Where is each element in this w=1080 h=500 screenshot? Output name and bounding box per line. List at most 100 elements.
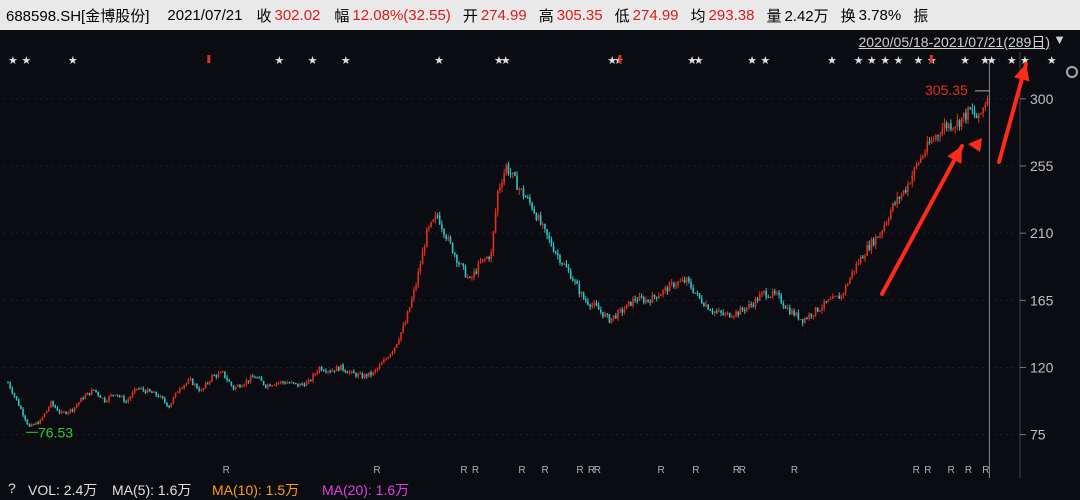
- candle-body: [200, 389, 203, 391]
- candle-body: [183, 385, 185, 388]
- candle-body: [670, 282, 673, 284]
- candle-body: [932, 138, 935, 140]
- candle-body: [45, 410, 48, 414]
- candle-body: [969, 107, 972, 109]
- candle-body: [325, 370, 327, 372]
- candle-body: [221, 371, 224, 373]
- candle-body: [144, 390, 147, 393]
- axis-tick-label: 255: [1030, 158, 1054, 174]
- candle-body: [48, 407, 50, 411]
- candle-body: [677, 281, 679, 286]
- candle-body: [355, 373, 357, 377]
- candle-body: [947, 123, 950, 129]
- r-mark: R: [913, 465, 920, 476]
- candle-body: [295, 383, 297, 385]
- candle-body: [872, 239, 875, 246]
- candle-body: [380, 362, 383, 365]
- candlestick-chart[interactable]: ★★★★★★★★★★★★★★★★★★★★★★★★★★★★ RRRRRRRRRRR…: [0, 52, 1080, 478]
- candle-body: [965, 112, 967, 120]
- candle-body: [41, 417, 44, 420]
- candle-body: [17, 399, 20, 406]
- candle-body: [885, 222, 888, 226]
- r-marks: R R R R R R R RR R R RR R R R R R R: [223, 465, 990, 476]
- candle-body: [279, 381, 282, 383]
- candle-body: [361, 373, 364, 379]
- axis-tick-label: 210: [1030, 225, 1054, 241]
- candle-body: [410, 298, 413, 308]
- candle-body: [329, 371, 331, 373]
- stock-code[interactable]: 688598.SH[金博股份]: [6, 5, 149, 26]
- candle-body: [273, 384, 276, 386]
- candle-body: [784, 306, 787, 309]
- candle-body: [567, 267, 570, 271]
- candle-body: [595, 303, 598, 306]
- candle-body: [451, 242, 454, 253]
- candle-body: [466, 276, 469, 278]
- date-range-selector[interactable]: 2020/05/18-2021/07/21(289日): [859, 32, 1050, 52]
- r-mark: R: [965, 465, 972, 476]
- candle-body: [819, 310, 821, 312]
- candle-body: [346, 371, 349, 374]
- candle-body: [604, 313, 606, 317]
- candle-body: [350, 371, 353, 373]
- candle-body: [230, 381, 233, 386]
- candle-body: [458, 262, 460, 265]
- candle-body: [664, 287, 667, 290]
- candle-body: [810, 314, 813, 317]
- candle-body: [557, 253, 559, 256]
- candle-body: [926, 141, 929, 153]
- candle-body: [834, 296, 836, 298]
- candle-body: [56, 407, 59, 411]
- candle-body: [226, 377, 228, 381]
- candle-body: [986, 98, 989, 105]
- candle-body: [984, 104, 987, 108]
- candle-body: [282, 381, 284, 383]
- candle-body: [387, 357, 389, 359]
- candle-body: [904, 190, 907, 193]
- candle-body: [20, 405, 22, 409]
- candle-body: [980, 113, 982, 115]
- candle-body: [163, 398, 166, 403]
- candle-body: [432, 219, 435, 222]
- candle-body: [883, 225, 886, 231]
- candle-body: [978, 113, 980, 119]
- candle-body: [627, 301, 630, 305]
- candle-body: [93, 389, 95, 391]
- candle-body: [73, 407, 76, 412]
- candle-body: [262, 380, 265, 385]
- candle-body: [707, 304, 709, 310]
- candle-body: [237, 385, 239, 387]
- candle-body: [771, 291, 774, 297]
- candle-body: [945, 123, 948, 129]
- candle-body: [60, 411, 63, 413]
- axis-tick-label: 165: [1030, 292, 1054, 308]
- candle-body: [290, 382, 293, 384]
- quote-header: 688598.SH[金博股份] 2021/07/21 收 302.02 幅 12…: [0, 0, 1080, 30]
- candle-body: [862, 256, 864, 259]
- candle-body: [269, 384, 271, 387]
- candle-body: [84, 395, 87, 399]
- candle-body: [975, 115, 978, 119]
- candle-body: [621, 309, 624, 313]
- candle-body: [376, 368, 379, 370]
- candle-body: [363, 374, 366, 379]
- help-icon[interactable]: ?: [8, 480, 16, 496]
- candle-body: [786, 307, 789, 309]
- axis-tick-label: 75: [1030, 427, 1046, 443]
- candle-body: [731, 316, 733, 318]
- chevron-down-icon[interactable]: ▼: [1053, 32, 1066, 47]
- candle-body: [63, 411, 65, 413]
- candle-body: [441, 224, 443, 229]
- candle-body: [657, 296, 660, 299]
- candle-body: [542, 224, 544, 226]
- candle-body: [28, 423, 31, 427]
- low-price-label: 76.53: [38, 424, 73, 440]
- star-mark: ★: [960, 54, 970, 67]
- candle-body: [756, 298, 759, 301]
- candle-body: [408, 307, 411, 313]
- candle-body: [464, 266, 467, 278]
- candle-body: [870, 239, 873, 250]
- candle-body: [597, 305, 600, 310]
- candle-body: [518, 188, 520, 190]
- candle-body: [615, 315, 617, 319]
